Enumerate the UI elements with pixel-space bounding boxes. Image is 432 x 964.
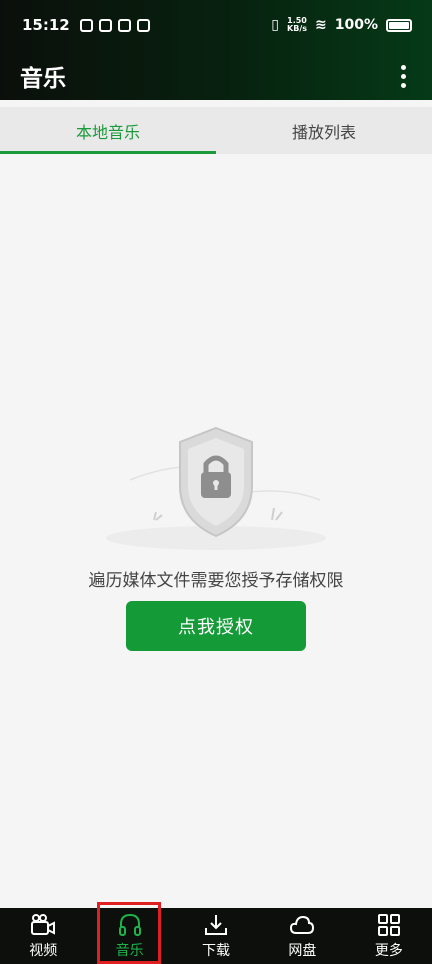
notification-icon <box>117 18 131 32</box>
nav-item-download[interactable]: 下载 <box>173 908 259 964</box>
nav-item-music[interactable]: 音乐 <box>86 908 172 964</box>
headphones-icon <box>118 913 141 936</box>
grant-permission-button[interactable]: 点我授权 <box>126 601 306 651</box>
music-screen: 15:12 ▯ 1.50 KB/s ≋ 100% 音乐 本地音乐 播放列表 遍历… <box>0 0 432 964</box>
download-icon <box>205 915 228 935</box>
nav-label: 音乐 <box>115 943 144 959</box>
notification-icon <box>136 18 150 32</box>
nav-label: 视频 <box>29 943 58 959</box>
tab-playlists[interactable]: 播放列表 <box>216 107 432 154</box>
battery-icon <box>386 18 412 32</box>
battery-percent: 100% <box>334 17 378 33</box>
notification-icons <box>79 18 150 32</box>
permission-message: 遍历媒体文件需要您授予存储权限 <box>88 571 344 591</box>
nav-label: 更多 <box>374 943 403 959</box>
grid-icon <box>377 914 400 936</box>
network-speed: 1.50 KB/s <box>287 16 307 33</box>
status-right: ▯ 1.50 KB/s ≋ 100% <box>271 17 412 33</box>
nav-label: 下载 <box>202 943 231 959</box>
status-bar: 15:12 ▯ 1.50 KB/s ≋ 100% <box>0 0 432 50</box>
nav-item-video[interactable]: 视频 <box>0 908 86 964</box>
shield-lock-icon <box>106 426 326 550</box>
more-vert-icon[interactable] <box>392 62 414 90</box>
cloud-icon <box>290 915 315 934</box>
status-time: 15:12 <box>22 16 70 34</box>
wifi-icon: ≋ <box>315 17 327 33</box>
bottom-nav: 视频 音乐 下载 网盘 更多 <box>0 908 432 964</box>
tab-bar: 本地音乐 播放列表 <box>0 107 432 154</box>
nav-label: 网盘 <box>288 943 317 959</box>
page-title: 音乐 <box>20 66 66 92</box>
vibrate-icon: ▯ <box>271 17 280 33</box>
tab-local-music[interactable]: 本地音乐 <box>0 107 216 154</box>
nav-item-more[interactable]: 更多 <box>346 908 432 964</box>
nav-item-cloud[interactable]: 网盘 <box>259 908 345 964</box>
video-camera-icon <box>31 914 56 935</box>
header: 15:12 ▯ 1.50 KB/s ≋ 100% 音乐 <box>0 0 432 100</box>
notification-icon <box>98 18 112 32</box>
app-bar: 音乐 <box>0 52 432 100</box>
notification-icon <box>79 18 93 32</box>
